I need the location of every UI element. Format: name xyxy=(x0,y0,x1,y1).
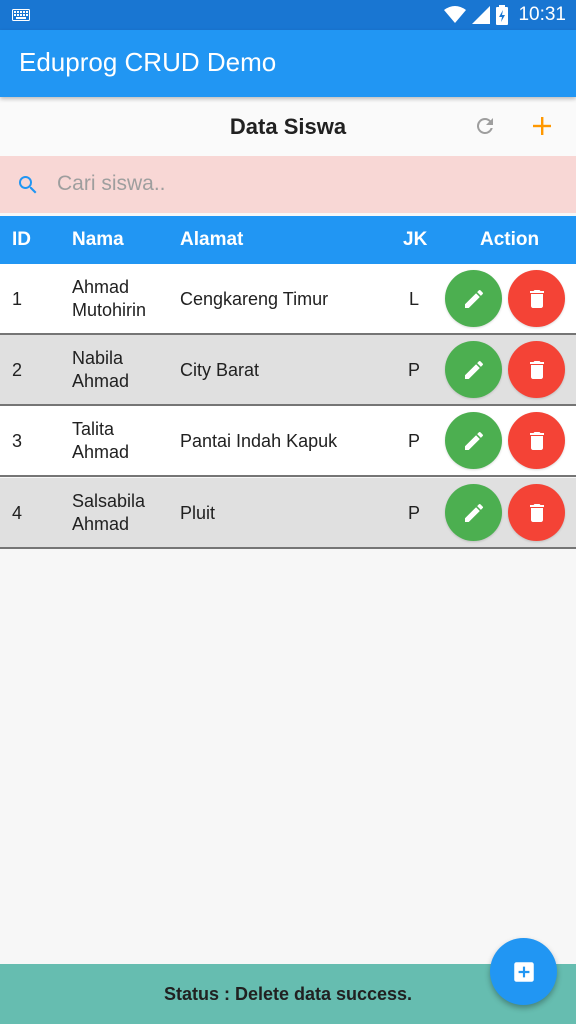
cell-nama-line2: Ahmad xyxy=(72,442,130,462)
search-icon xyxy=(19,176,37,194)
plus-icon xyxy=(533,117,551,135)
cell-alamat: Pantai Indah Kapuk xyxy=(180,431,338,451)
cell-alamat: City Barat xyxy=(180,360,260,380)
table-header: ID Nama Alamat JK Action xyxy=(0,216,576,264)
cell-jk: P xyxy=(408,431,421,451)
table-row: 3 Talita Ahmad Pantai Indah Kapuk P xyxy=(0,406,576,477)
search-input[interactable] xyxy=(57,166,557,202)
battery-icon xyxy=(496,5,509,25)
trash-icon xyxy=(529,289,544,308)
status-message: Status : Delete data success. xyxy=(163,984,413,1004)
cell-nama-line1: Salsabila xyxy=(72,491,146,511)
header-nama: Nama xyxy=(72,229,124,250)
delete-button[interactable] xyxy=(508,484,565,541)
delete-button[interactable] xyxy=(508,412,565,469)
cell-nama-line2: Mutohirin xyxy=(72,300,147,320)
table-row: 2 Nabila Ahmad City Barat P xyxy=(0,335,576,406)
cell-nama-line1: Ahmad xyxy=(72,277,130,297)
edit-button[interactable] xyxy=(445,341,502,398)
status-bar: 10:31 xyxy=(0,0,576,30)
pencil-icon xyxy=(464,289,483,308)
pencil-icon xyxy=(464,503,483,522)
add-fab-button[interactable] xyxy=(490,938,557,1005)
refresh-icon xyxy=(476,117,493,134)
cell-id: 3 xyxy=(12,431,23,451)
trash-icon xyxy=(529,360,544,379)
pencil-icon xyxy=(464,431,483,450)
trash-icon xyxy=(529,431,544,450)
status-time: 10:31 xyxy=(518,4,566,25)
delete-button[interactable] xyxy=(508,270,565,327)
header-jk: JK xyxy=(403,229,428,250)
header-alamat: Alamat xyxy=(180,229,244,250)
page-header: Data Siswa xyxy=(0,97,576,156)
edit-button[interactable] xyxy=(445,412,502,469)
search-bar xyxy=(0,156,576,213)
wifi-icon xyxy=(444,6,467,23)
cell-nama-line2: Ahmad xyxy=(72,371,130,391)
trash-icon xyxy=(529,503,544,522)
app-title: Eduprog CRUD Demo xyxy=(19,47,277,77)
cell-nama-line1: Talita xyxy=(72,419,115,439)
cell-jk: P xyxy=(408,360,421,380)
cell-jk: P xyxy=(408,503,421,523)
cell-nama-line2: Ahmad xyxy=(72,514,130,534)
cell-jk: L xyxy=(409,289,420,309)
delete-button[interactable] xyxy=(508,341,565,398)
header-action: Action xyxy=(480,229,540,250)
cell-id: 1 xyxy=(12,289,23,309)
cell-nama-line1: Nabila xyxy=(72,348,124,368)
edit-button[interactable] xyxy=(445,484,502,541)
table-row: 4 Salsabila Ahmad Pluit P xyxy=(0,478,576,549)
keyboard-icon xyxy=(12,9,30,21)
refresh-button[interactable] xyxy=(471,112,499,140)
add-button[interactable] xyxy=(528,112,556,140)
edit-button[interactable] xyxy=(445,270,502,327)
add-box-icon xyxy=(513,961,534,982)
cell-id: 4 xyxy=(12,503,23,523)
pencil-icon xyxy=(464,360,483,379)
table-row: 1 Ahmad Mutohirin Cengkareng Timur L xyxy=(0,264,576,335)
header-id: ID xyxy=(12,229,31,250)
cell-alamat: Cengkareng Timur xyxy=(180,289,329,309)
app-bar: Eduprog CRUD Demo xyxy=(0,30,576,97)
signal-icon xyxy=(472,6,491,24)
cell-alamat: Pluit xyxy=(180,503,216,523)
cell-id: 2 xyxy=(12,360,23,380)
